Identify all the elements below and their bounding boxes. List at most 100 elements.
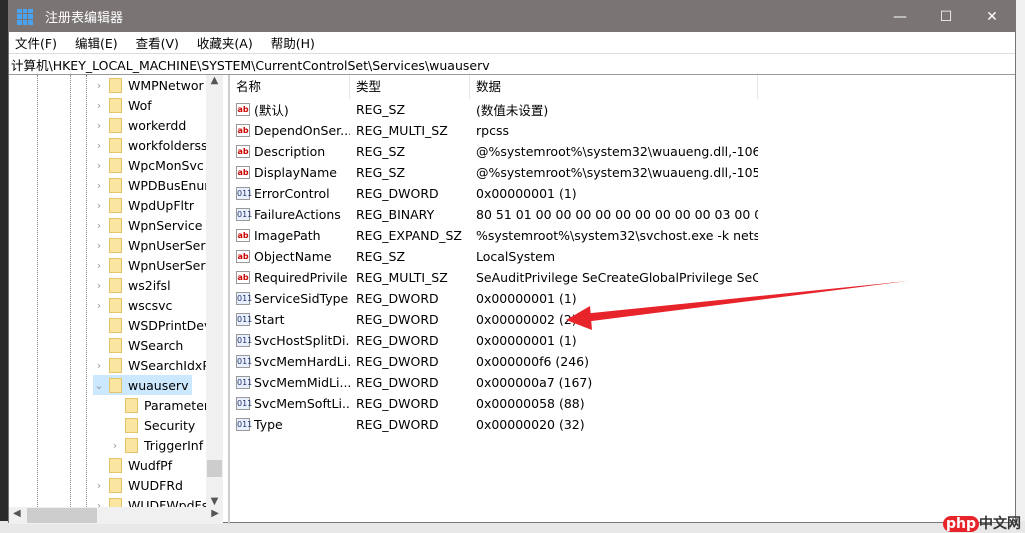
tree-node-label: WSDPrintDev	[128, 317, 212, 333]
tree-line	[86, 75, 87, 507]
value-row[interactable]: 011 SvcMemMidLi... REG_DWORD 0x000000a7 (16…	[230, 372, 1015, 393]
menu-help[interactable]: 帮助(H)	[271, 33, 315, 52]
string-value-icon: ab	[236, 103, 250, 116]
expand-chevron-icon[interactable]: ›	[93, 139, 105, 152]
tree-node-label: WSearch	[128, 337, 184, 353]
tree-node[interactable]: › WUDFRd	[93, 475, 187, 495]
tree-node[interactable]: › WpcMonSvc	[93, 155, 208, 175]
tree-node[interactable]: › WMPNetwor	[93, 75, 208, 95]
key-tree: › WMPNetwor › Wof › workerdd › workfolderss › Wpc…	[9, 75, 229, 524]
value-row[interactable]: ab ImagePath REG_EXPAND_SZ %systemroot%\sys…	[230, 225, 1015, 246]
expand-chevron-icon[interactable]: ›	[93, 359, 105, 372]
scroll-left-icon[interactable]: ◀	[13, 508, 21, 519]
tree-node[interactable]: › WpnService	[93, 215, 206, 235]
value-row[interactable]: 011 SvcHostSplitDi... REG_DWORD 0x00000001 …	[230, 330, 1015, 351]
value-type: REG_DWORD	[356, 333, 439, 348]
value-name: ServiceSidType	[254, 291, 349, 306]
title-bar: 注册表编辑器 — ☐ ✕	[9, 1, 1015, 32]
value-type: REG_DWORD	[356, 354, 439, 369]
tree-node-label: wuauserv	[128, 377, 189, 393]
menu-favorites[interactable]: 收藏夹(A)	[197, 33, 253, 52]
scroll-up-icon[interactable]: ▲	[206, 75, 223, 86]
folder-icon	[109, 197, 122, 213]
expand-chevron-icon[interactable]: ›	[93, 279, 105, 292]
tree-node[interactable]: › ws2ifsl	[93, 275, 175, 295]
expand-chevron-icon[interactable]: ›	[93, 79, 105, 92]
value-row[interactable]: ab Description REG_SZ @%systemroot%\system3…	[230, 141, 1015, 162]
value-name: ErrorControl	[254, 186, 330, 201]
column-header-data[interactable]: 数据	[470, 75, 758, 99]
expand-chevron-icon[interactable]: ›	[93, 259, 105, 272]
value-row[interactable]: 011 FailureActions REG_BINARY 80 51 01 00 0…	[230, 204, 1015, 225]
expand-chevron-icon[interactable]: ›	[93, 119, 105, 132]
folder-icon	[109, 157, 122, 173]
hscroll-thumb[interactable]	[27, 508, 97, 523]
expand-chevron-icon[interactable]: ›	[93, 219, 105, 232]
tree-node[interactable]: WSearch	[93, 335, 187, 355]
tree-node[interactable]: › workfolderss	[93, 135, 212, 155]
tree-node[interactable]: WudfPf	[93, 455, 176, 475]
close-button[interactable]: ✕	[969, 1, 1015, 32]
binary-value-icon: 011	[236, 376, 253, 389]
expand-chevron-icon[interactable]: ›	[93, 299, 105, 312]
tree-node[interactable]: Security	[109, 415, 199, 435]
expand-chevron-icon[interactable]: ›	[93, 179, 105, 192]
tree-node-label: WudfPf	[128, 457, 173, 473]
folder-icon	[109, 457, 122, 473]
tree-node-label: Security	[144, 417, 196, 433]
tree-node[interactable]: › WpnUserServ	[93, 235, 217, 255]
value-row[interactable]: 011 SvcMemSoftLi... REG_DWORD 0x00000058 (8…	[230, 393, 1015, 414]
tree-node[interactable]: › TriggerInf	[109, 435, 207, 455]
expand-chevron-icon[interactable]: ⌄	[93, 379, 105, 392]
values-list: 名称 类型 数据 ab (默认) REG_SZ (数值未设置) ab DependOnSe…	[229, 75, 1015, 524]
scroll-down-icon[interactable]: ▼	[206, 496, 223, 507]
tree-node[interactable]: › WpdUpFltr	[93, 195, 198, 215]
tree-node[interactable]: › WpnUserServ	[93, 255, 217, 275]
value-data: %systemroot%\system32\svchost.exe -k net…	[476, 228, 758, 243]
tree-node[interactable]: ⌄ wuauserv	[93, 375, 193, 395]
expand-chevron-icon[interactable]: ›	[93, 479, 105, 492]
tree-node-label: TriggerInf	[144, 437, 204, 453]
tree-vertical-scrollbar[interactable]: ▲ ▼	[206, 75, 223, 507]
expand-chevron-icon[interactable]: ›	[93, 199, 105, 212]
tree-node[interactable]: › Wof	[93, 95, 156, 115]
scroll-thumb[interactable]	[207, 460, 222, 477]
menu-edit[interactable]: 编辑(E)	[75, 33, 118, 52]
value-row[interactable]: 011 Type REG_DWORD 0x00000020 (32)	[230, 414, 1015, 435]
menu-file[interactable]: 文件(F)	[15, 33, 57, 52]
tree-node[interactable]: › WPDBusEnur	[93, 175, 213, 195]
scroll-right-icon[interactable]: ▶	[211, 508, 219, 519]
tree-node[interactable]: › WSearchIdxP	[93, 355, 214, 375]
tree-horizontal-scrollbar[interactable]: ◀ ▶	[9, 507, 223, 524]
value-row[interactable]: ab DisplayName REG_SZ @%systemroot%\system3…	[230, 162, 1015, 183]
string-value-icon: ab	[236, 124, 250, 137]
value-type: REG_DWORD	[356, 375, 439, 390]
tree-node[interactable]: WSDPrintDev	[93, 315, 215, 335]
value-row[interactable]: 011 ServiceSidType REG_DWORD 0x00000001 (1)	[230, 288, 1015, 309]
value-row[interactable]: 011 SvcMemHardLi... REG_DWORD 0x000000f6 (2…	[230, 351, 1015, 372]
tree-node[interactable]: Parameter	[109, 395, 213, 415]
maximize-button[interactable]: ☐	[923, 1, 969, 32]
expand-chevron-icon[interactable]: ›	[93, 239, 105, 252]
value-row[interactable]: ab DependOnSer... REG_MULTI_SZ rpcss	[230, 120, 1015, 141]
menu-view[interactable]: 查看(V)	[136, 33, 179, 52]
minimize-button[interactable]: —	[877, 1, 923, 32]
value-row[interactable]: ab ObjectName REG_SZ LocalSystem	[230, 246, 1015, 267]
tree-node[interactable]: › workerdd	[93, 115, 190, 135]
column-header-name[interactable]: 名称	[230, 75, 350, 99]
address-bar[interactable]: 计算机\HKEY_LOCAL_MACHINE\SYSTEM\CurrentCon…	[9, 53, 1015, 75]
binary-value-icon: 011	[236, 313, 253, 326]
expand-chevron-icon[interactable]: ›	[109, 439, 121, 452]
value-row[interactable]: ab (默认) REG_SZ (数值未设置)	[230, 99, 1015, 120]
value-row[interactable]: 011 Start REG_DWORD 0x00000002 (2)	[230, 309, 1015, 330]
expand-chevron-icon[interactable]: ›	[93, 99, 105, 112]
value-data: SeAuditPrivilege SeCreateGlobalPrivilege…	[476, 270, 758, 285]
value-data: 0x000000a7 (167)	[476, 375, 593, 390]
value-type: REG_BINARY	[356, 207, 435, 222]
value-row[interactable]: ab RequiredPrivile REG_MULTI_SZ SeAuditPriv…	[230, 267, 1015, 288]
value-type: REG_DWORD	[356, 186, 439, 201]
column-header-type[interactable]: 类型	[350, 75, 470, 99]
value-row[interactable]: 011 ErrorControl REG_DWORD 0x00000001 (1)	[230, 183, 1015, 204]
expand-chevron-icon[interactable]: ›	[93, 159, 105, 172]
tree-node[interactable]: › wscsvc	[93, 295, 176, 315]
